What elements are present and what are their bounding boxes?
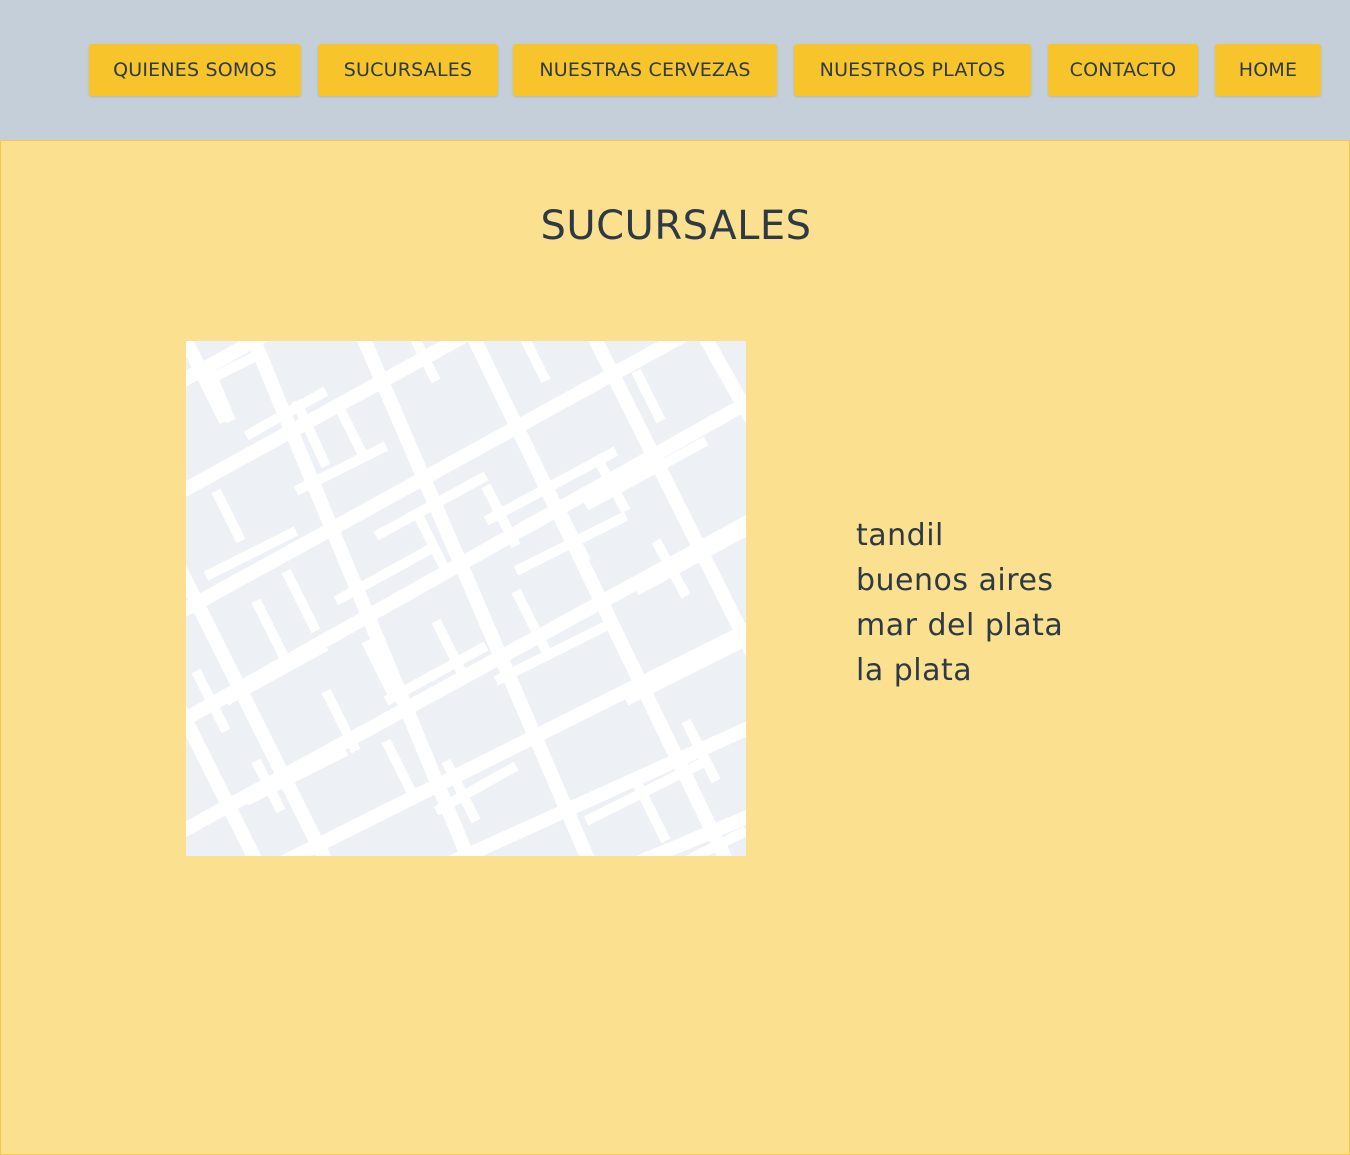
top-nav-bar: QUIENES SOMOS SUCURSALES NUESTRAS CERVEZ… — [0, 0, 1350, 140]
branch-item-buenos-aires: buenos aires — [856, 563, 1054, 598]
map-streets — [186, 341, 746, 856]
branch-list: tandil buenos aires mar del plata la pla… — [856, 513, 1063, 693]
nav-home-button[interactable]: HOME — [1215, 44, 1321, 96]
nav-nuestros-platos-button[interactable]: NUESTROS PLATOS — [794, 44, 1031, 96]
branch-item-tandil: tandil — [856, 518, 944, 553]
nav-quienes-somos-button[interactable]: QUIENES SOMOS — [89, 44, 301, 96]
map-placeholder-icon[interactable] — [186, 341, 746, 856]
nav-sucursales-button[interactable]: SUCURSALES — [318, 44, 498, 96]
main-content: SUCURSALES tandil buenos aires mar del p… — [0, 140, 1350, 1155]
branch-item-mar-del-plata: mar del plata — [856, 608, 1064, 643]
page-title: SUCURSALES — [540, 203, 812, 249]
branch-item-la-plata: la plata — [856, 653, 973, 688]
nav-nuestras-cervezas-button[interactable]: NUESTRAS CERVEZAS — [513, 44, 777, 96]
nav-contacto-button[interactable]: CONTACTO — [1048, 44, 1198, 96]
